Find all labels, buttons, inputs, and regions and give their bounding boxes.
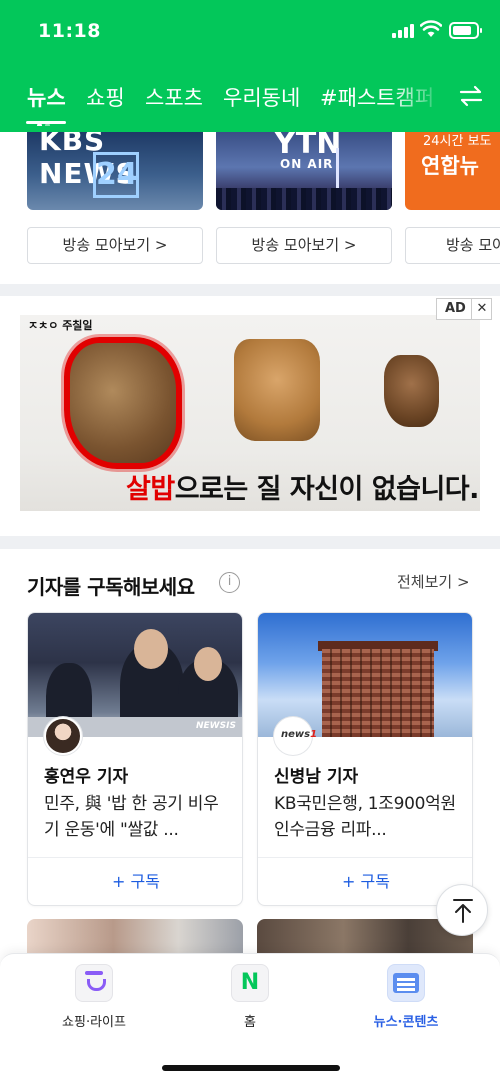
section-title: 기자를 구독해보세요	[27, 575, 195, 599]
ad-caption-rest: 으로는 질 자신이 없습니다.	[174, 474, 480, 505]
food-item-middle	[234, 339, 320, 441]
tab-news[interactable]: 뉴스	[27, 82, 66, 112]
reporter-card[interactable]: news1 신병남 기자 KB국민은행, 1조900억원 인수금융 리파... …	[257, 612, 473, 906]
nav-home[interactable]: N 홈	[190, 964, 310, 1030]
ad-caption-highlight: 살밥	[126, 474, 175, 505]
nav-news-content[interactable]: 뉴스·콘텐츠	[346, 964, 466, 1030]
ytn-broadcast-more-button[interactable]: 방송 모아보기 >	[216, 227, 392, 264]
press-logo-number: 1	[310, 729, 318, 740]
building-shape	[322, 649, 434, 737]
ad-banner-section: ㅈㅊㅇ 주칠일 살밥으로는 질 자신이 없습니다. AD ✕	[0, 296, 500, 536]
nav-label: 뉴스·콘텐츠	[373, 1015, 439, 1030]
home-indicator[interactable]	[162, 1065, 340, 1071]
press-logo-avatar: news1	[274, 717, 317, 755]
naver-n-icon: N	[231, 964, 269, 1002]
press-logo: news1	[281, 729, 317, 740]
person-head	[194, 647, 222, 681]
tab-page-dots	[37, 113, 53, 126]
top-header: 11:18 뉴스 쇼핑 스포츠 우리동네 #패스트캠퍼	[0, 0, 500, 132]
press-logo-text: news	[281, 729, 311, 740]
ytn-on-air-label: ON AIR	[280, 157, 334, 171]
namsan-tower-shape	[336, 148, 339, 192]
yonhap-24h-label: 24시간 보도	[423, 134, 492, 149]
ad-caption: 살밥으로는 질 자신이 없습니다.	[126, 467, 479, 506]
reporter-name[interactable]: 신병남 기자	[274, 762, 358, 787]
battery-icon	[449, 22, 482, 39]
news-card-icon	[387, 964, 425, 1002]
category-tabs: 뉴스 쇼핑 스포츠 우리동네 #패스트캠퍼	[0, 76, 500, 126]
photo-watermark: NEWSIS	[196, 721, 236, 731]
yonhap-logo-text: 연합뉴	[421, 154, 479, 178]
ad-image[interactable]: ㅈㅊㅇ 주칠일 살밥으로는 질 자신이 없습니다.	[20, 315, 480, 511]
subscribe-button[interactable]: + 구독	[28, 857, 242, 905]
status-time: 11:18	[38, 20, 101, 42]
tab-neighborhood[interactable]: 우리동네	[223, 82, 300, 112]
nav-shopping-life[interactable]: 쇼핑·라이프	[34, 964, 154, 1030]
ad-brand-logo: ㅈㅊㅇ 주칠일	[28, 319, 93, 332]
broadcast-section: KBS NEWS 24 YTN ON AIR 24시간 보도 연합뉴 방송 모아…	[0, 132, 500, 284]
active-tab-indicator	[26, 121, 66, 124]
person-head	[134, 629, 168, 669]
bottom-navigation: 쇼핑·라이프 N 홈 뉴스·콘텐츠	[0, 953, 500, 1082]
kbs-logo-number: 24	[93, 152, 139, 198]
article-headline[interactable]: 민주, 與 '밥 한 공기 비우기 운동'에 "쌀값 ...	[44, 791, 230, 843]
article-headline[interactable]: KB국민은행, 1조900억원 인수금융 리파...	[274, 791, 460, 843]
reporter-avatar	[44, 717, 82, 755]
nav-label: 홈	[244, 1015, 256, 1030]
yonhap-thumbnail[interactable]: 24시간 보도 연합뉴	[405, 132, 500, 210]
ytn-thumbnail[interactable]: YTN ON AIR	[216, 132, 392, 210]
food-item-highlighted	[64, 337, 182, 469]
reporter-card[interactable]: NEWSIS 홍연우 기자 민주, 與 '밥 한 공기 비우기 운동'에 "쌀값…	[27, 612, 243, 906]
tab-sports[interactable]: 스포츠	[145, 82, 203, 112]
tab-shopping[interactable]: 쇼핑	[86, 82, 125, 112]
reporter-name[interactable]: 홍연우 기자	[44, 762, 128, 787]
nav-label: 쇼핑·라이프	[62, 1015, 126, 1030]
food-item-small	[384, 355, 439, 427]
wifi-icon	[420, 20, 442, 37]
ad-badge: AD ✕	[436, 298, 492, 320]
city-skyline	[216, 188, 392, 210]
yonhap-broadcast-more-button[interactable]: 방송 모아보	[405, 227, 500, 264]
swap-arrows-icon[interactable]	[458, 84, 484, 108]
see-all-link[interactable]: 전체보기 >	[397, 571, 470, 592]
arrow-up-icon	[453, 899, 473, 923]
tab-fade	[390, 76, 446, 126]
info-icon[interactable]: i	[219, 572, 240, 593]
scroll-to-top-button[interactable]	[436, 884, 488, 936]
status-bar: 11:18	[0, 0, 500, 62]
kbs-broadcast-more-button[interactable]: 방송 모아보기 >	[27, 227, 203, 264]
cellular-signal-icon	[392, 24, 416, 38]
kbs-news-24-thumbnail[interactable]: KBS NEWS 24	[27, 132, 203, 210]
shopping-bag-icon	[75, 964, 113, 1002]
ad-close-icon[interactable]: ✕	[471, 299, 492, 319]
ad-label: AD	[445, 301, 466, 316]
